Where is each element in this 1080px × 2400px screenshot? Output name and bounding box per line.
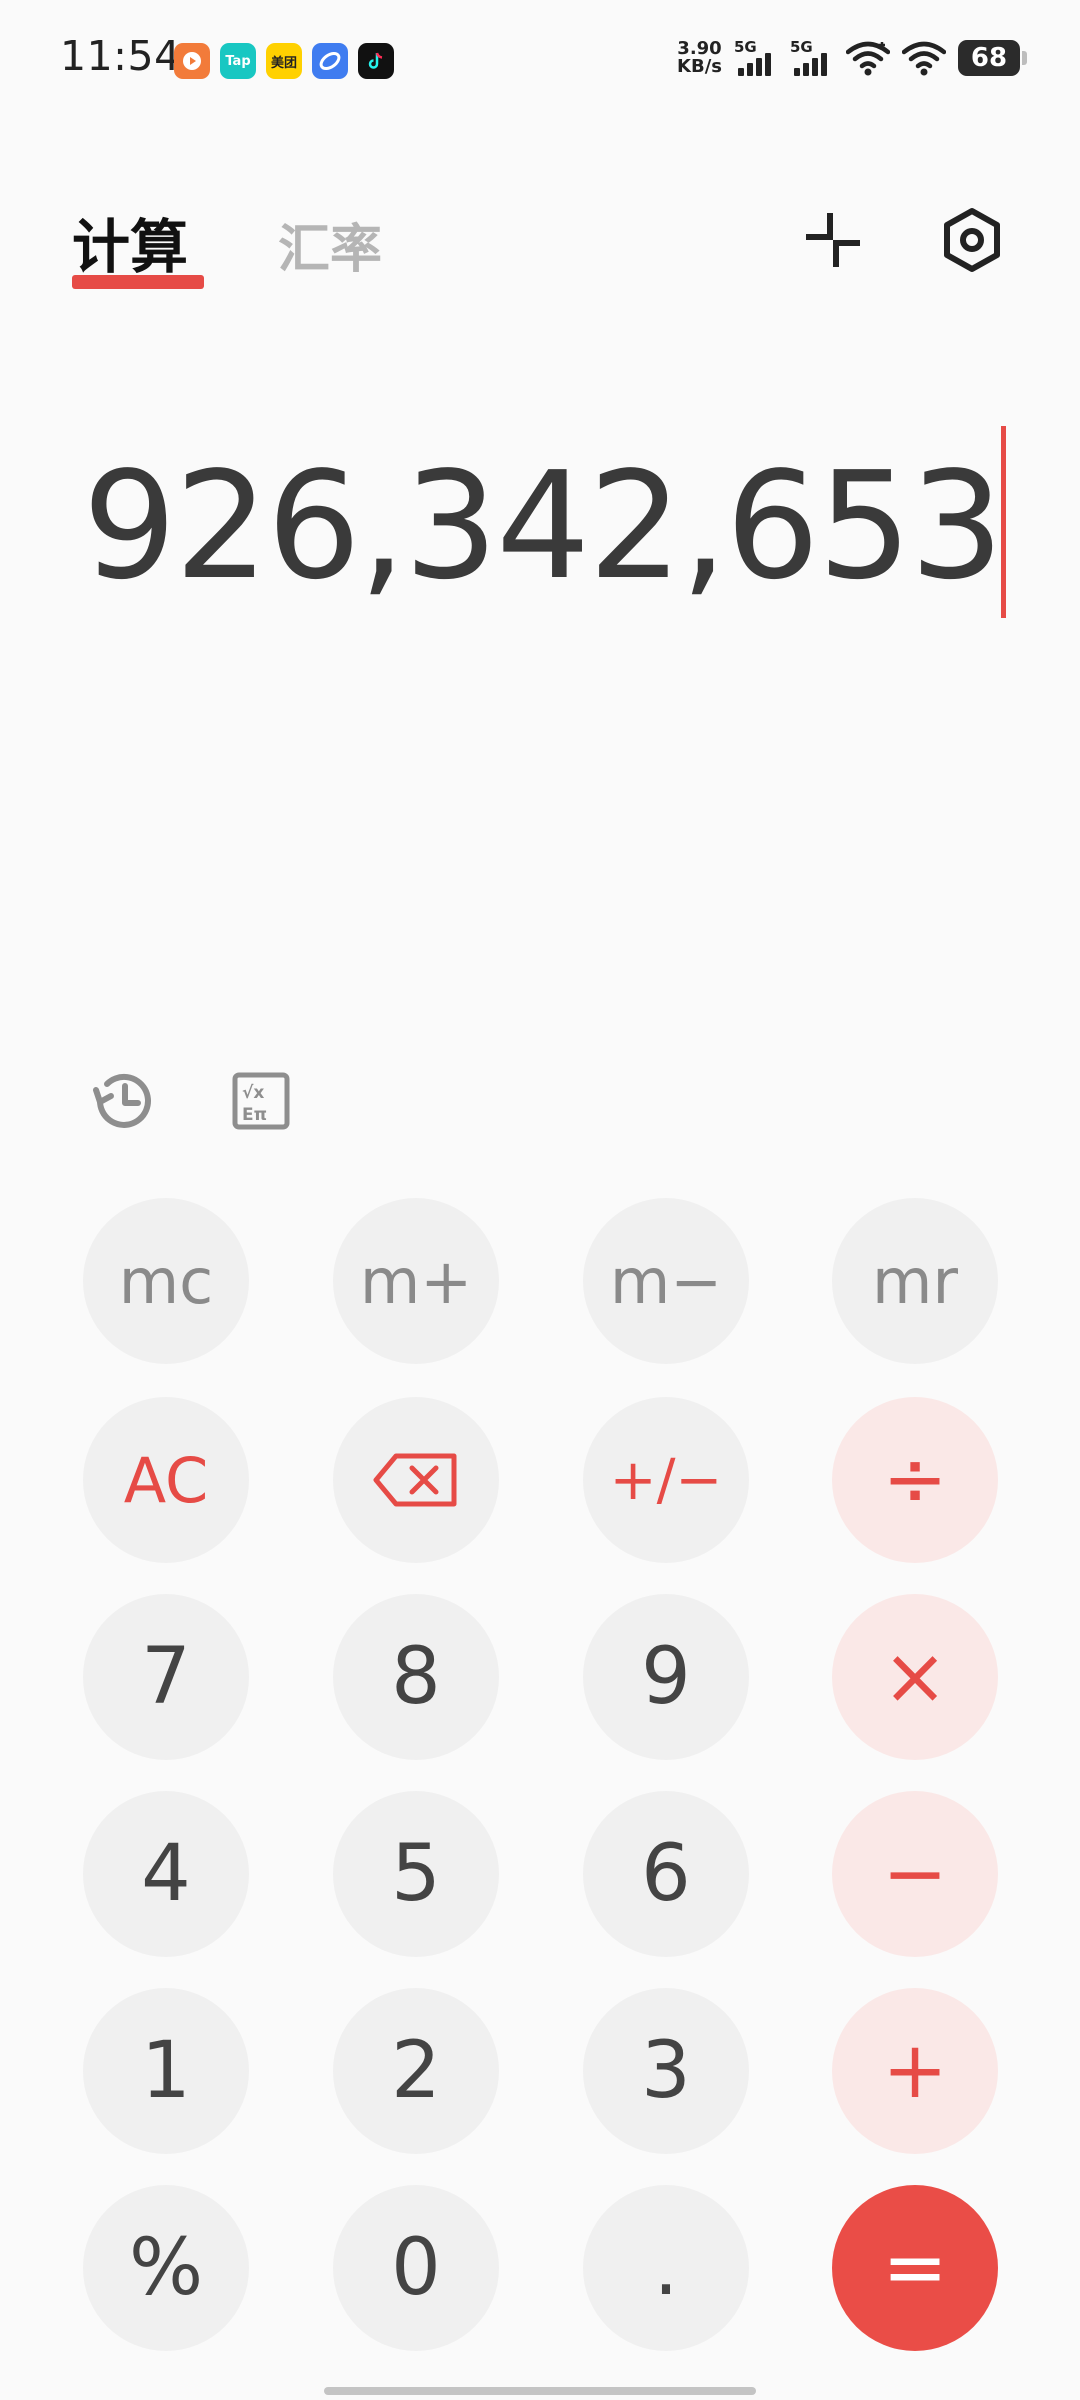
battery-icon: 68 [958,40,1027,76]
multiply-button[interactable]: × [832,1594,998,1760]
browser-app-icon [312,43,348,79]
memory-recall-button[interactable]: mr [832,1198,998,1364]
active-tab-indicator [72,275,204,289]
svg-text:√x: √x [242,1083,264,1103]
settings-icon [944,208,1000,272]
status-indicators: 3.90 KB/s 5G 5G 68 [677,38,1027,78]
settings-button[interactable] [937,205,1007,275]
digit-6-button[interactable]: 6 [583,1791,749,1957]
network-speed-unit: KB/s [677,56,722,77]
meituan-label: 美团 [270,55,297,71]
compact-mode-button[interactable] [798,205,868,275]
tab-exchange-rate[interactable]: 汇率 [278,207,382,282]
status-time: 11:54 [60,32,181,80]
video-app-icon [174,43,210,79]
backspace-icon [373,1453,457,1507]
svg-text:Eπ: Eπ [242,1105,267,1125]
network-speed: 3.90 KB/s [677,40,722,76]
battery-level: 68 [970,43,1008,73]
memory-add-button[interactable]: m+ [333,1198,499,1364]
scientific-mode-button[interactable]: √x Eπ [226,1066,296,1136]
divide-button[interactable]: ÷ [832,1397,998,1563]
decimal-point-button[interactable]: . [583,2185,749,2351]
scientific-calculator-icon: √x Eπ [232,1072,290,1130]
result-display: 926,342,653 [82,440,1004,612]
memory-subtract-button[interactable]: m− [583,1198,749,1364]
digit-5-button[interactable]: 5 [333,1791,499,1957]
plus-minus-button[interactable]: +/− [583,1397,749,1563]
digit-1-button[interactable]: 1 [83,1988,249,2154]
tiktok-app-icon [358,43,394,79]
taptap-app-icon: Tap [220,43,256,79]
notification-app-icons: Tap 美团 [174,43,394,79]
wifi-icon-2 [902,41,946,76]
add-button[interactable]: + [832,1988,998,2154]
status-bar: 11:54 Tap 美团 3.90 KB/s 5G 5G 68 [0,0,1080,120]
digit-0-button[interactable]: 0 [333,2185,499,2351]
digit-2-button[interactable]: 2 [333,1988,499,2154]
tab-calculator[interactable]: 计算 [72,200,188,284]
digit-9-button[interactable]: 9 [583,1594,749,1760]
sim2-signal-icon: 5G [790,38,834,78]
digit-3-button[interactable]: 3 [583,1988,749,2154]
meituan-app-icon: 美团 [266,43,302,79]
backspace-button[interactable] [333,1397,499,1563]
subtract-button[interactable]: − [832,1791,998,1957]
memory-clear-button[interactable]: mc [83,1198,249,1364]
history-button[interactable] [88,1066,158,1136]
equals-button[interactable]: = [832,2185,998,2351]
compact-mode-icon [806,213,860,267]
digit-7-button[interactable]: 7 [83,1594,249,1760]
all-clear-button[interactable]: AC [83,1397,249,1563]
history-icon [93,1073,151,1128]
digit-8-button[interactable]: 8 [333,1594,499,1760]
text-cursor [1001,426,1006,618]
wifi-icon [846,41,890,76]
taptap-label: Tap [225,53,251,69]
percent-button[interactable]: % [83,2185,249,2351]
sim1-signal-icon: 5G [734,38,778,78]
gesture-navigation-handle[interactable] [324,2387,756,2395]
digit-4-button[interactable]: 4 [83,1791,249,1957]
